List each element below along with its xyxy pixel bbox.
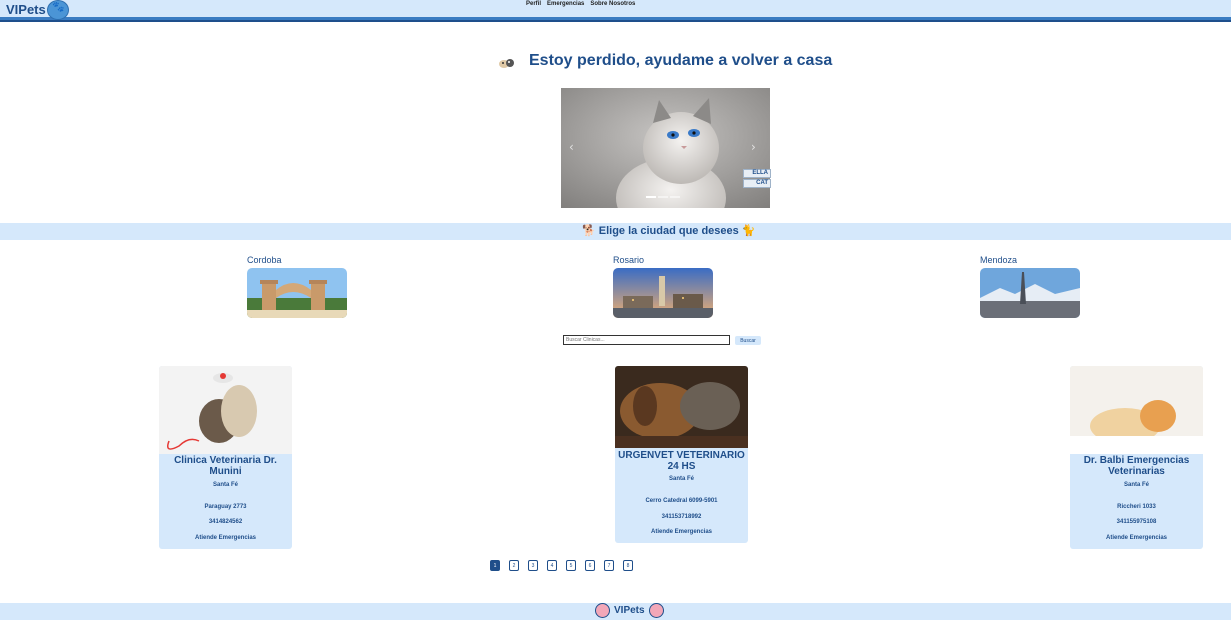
- pet-tag-cat[interactable]: CAT: [743, 179, 771, 188]
- nav-sobre-nosotros[interactable]: Sobre Nosotros: [590, 1, 635, 7]
- clinic-address: Cerro Catedral 6099-5901: [645, 498, 718, 504]
- page-button[interactable]: 3: [528, 560, 538, 571]
- clinic-address: Paraguay 2773: [204, 504, 247, 510]
- main-nav: Perfil Emergencias Sobre Nosotros: [526, 1, 635, 7]
- city-image-cordoba[interactable]: [247, 268, 347, 318]
- city-image-mendoza[interactable]: [980, 268, 1080, 318]
- clinic-address: Riccheri 1033: [1117, 504, 1156, 510]
- clinic-phone: 341153718992: [661, 514, 702, 520]
- dog-icon: 🐕: [582, 225, 596, 237]
- carousel-dot[interactable]: [658, 196, 668, 198]
- clinic-city: Santa Fé: [668, 476, 694, 482]
- clinic-photo-puppy-kitten: [1070, 366, 1203, 454]
- cat-icon: 🐈: [741, 225, 756, 237]
- page-button[interactable]: 5: [566, 560, 576, 571]
- pet-tag-ella[interactable]: ELLA: [743, 169, 771, 178]
- lost-pet-title: Estoy perdido, ayudame a volver a casa: [529, 52, 833, 69]
- pagination: 1 2 3 4 5 6 7 8: [490, 560, 633, 571]
- clinic-name: URGENVET VETERINARIO 24 HS: [618, 450, 745, 472]
- city-heading: 🐕 Elige la ciudad que desees 🐈: [582, 224, 756, 237]
- city-label-mendoza: Mendoza: [980, 255, 1018, 265]
- page-button[interactable]: 6: [585, 560, 595, 571]
- clinic-emergency-note: Atiende Emergencias: [650, 529, 713, 535]
- footer-brand: VIPets: [614, 605, 645, 616]
- carousel-next-arrow[interactable]: ›: [751, 140, 756, 154]
- paw-heart-icon: [595, 603, 610, 618]
- clinic-photo-dog-cat: [615, 366, 748, 448]
- clinic-name: Dr. Balbi Emergencias Veterinarias: [1083, 455, 1190, 477]
- clinic-photo-dogs: [159, 366, 292, 454]
- city-label-rosario: Rosario: [613, 255, 645, 265]
- carousel-indicators: [646, 196, 680, 198]
- city-image-rosario[interactable]: [613, 268, 713, 318]
- lost-pets-carousel[interactable]: [561, 88, 770, 208]
- carousel-dot[interactable]: [670, 196, 680, 198]
- page-button[interactable]: 7: [604, 560, 614, 571]
- nav-perfil[interactable]: Perfil: [526, 1, 541, 7]
- clinic-search-input[interactable]: [563, 335, 730, 345]
- dog-cat-icon: [499, 59, 514, 68]
- search-button[interactable]: Buscar: [735, 336, 761, 345]
- navbar-divider-dark: [0, 20, 1231, 22]
- logo-text[interactable]: VIPets: [6, 2, 46, 17]
- clinic-card[interactable]: Clinica Veterinaria Dr. Munini Santa Fé …: [159, 366, 292, 549]
- clinic-card[interactable]: Dr. Balbi Emergencias Veterinarias Santa…: [1070, 366, 1203, 549]
- page-button[interactable]: 1: [490, 560, 500, 571]
- clinic-emergency-note: Atiende Emergencias: [1105, 535, 1168, 541]
- nav-emergencias[interactable]: Emergencias: [547, 1, 584, 7]
- clinic-phone: 341155975108: [1116, 519, 1157, 525]
- carousel-dot[interactable]: [646, 196, 656, 198]
- cat-photo: [561, 88, 770, 208]
- clinic-city: Santa Fé: [212, 482, 238, 488]
- clinic-emergency-note: Atiende Emergencias: [194, 535, 257, 541]
- page-button[interactable]: 2: [509, 560, 519, 571]
- paw-heart-icon: [649, 603, 664, 618]
- paw-logo-icon[interactable]: [47, 0, 69, 20]
- city-label-cordoba: Cordoba: [247, 255, 282, 265]
- page-button[interactable]: 8: [623, 560, 633, 571]
- page-button[interactable]: 4: [547, 560, 557, 571]
- clinic-card[interactable]: URGENVET VETERINARIO 24 HS Santa Fé Cerr…: [615, 366, 748, 543]
- carousel-prev-arrow[interactable]: ‹: [569, 140, 574, 154]
- clinic-phone: 3414824562: [208, 519, 243, 525]
- clinic-name: Clinica Veterinaria Dr. Munini: [174, 455, 277, 477]
- city-heading-text: Elige la ciudad que desees: [598, 225, 739, 237]
- clinic-city: Santa Fé: [1123, 482, 1149, 488]
